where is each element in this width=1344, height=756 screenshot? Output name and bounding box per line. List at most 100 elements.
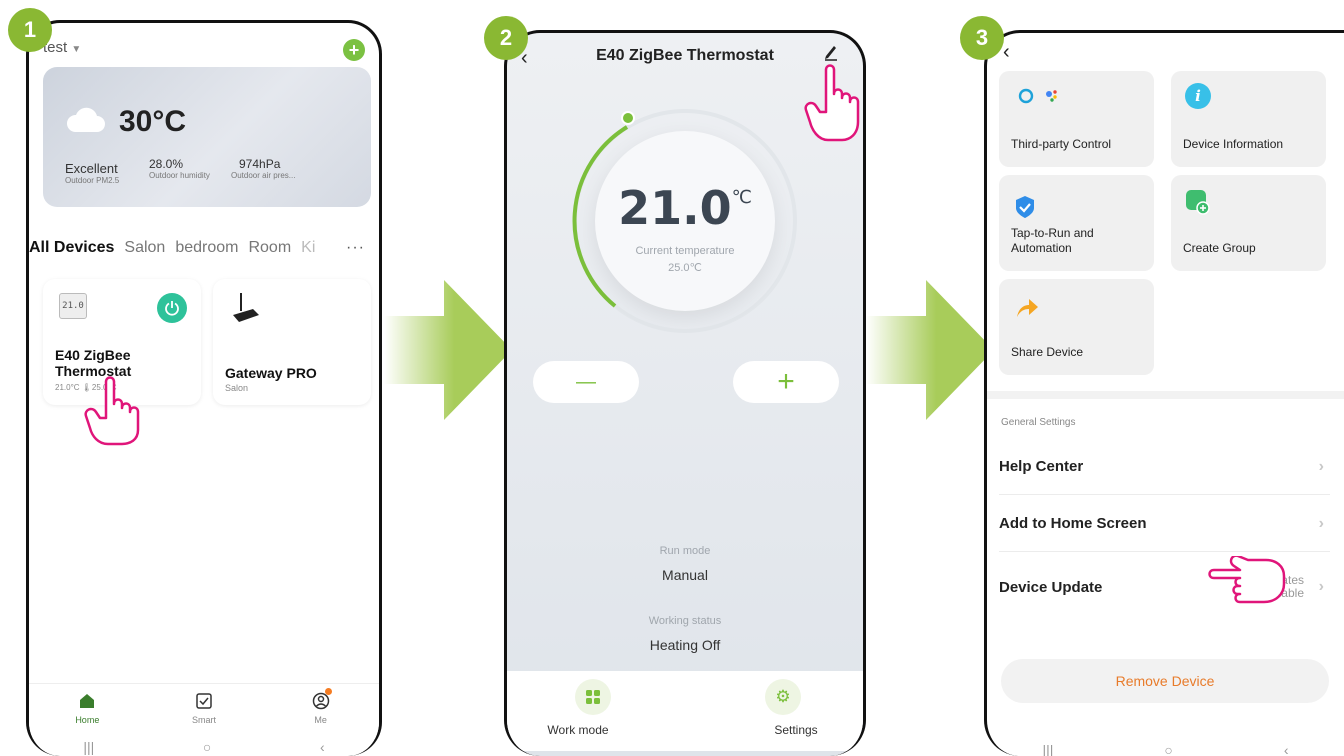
row-label: Help Center [999, 458, 1084, 475]
home-circle-icon[interactable]: ○ [1164, 742, 1172, 756]
dial-handle[interactable] [621, 111, 635, 125]
tile-label: Tap-to-Run and Automation [1011, 226, 1094, 255]
humidity: 28.0% Outdoor humidity [149, 157, 210, 180]
recent-apps-icon[interactable]: ||| [83, 739, 94, 755]
cloud-icon [65, 107, 105, 138]
settings-button[interactable]: ⚙ Settings [743, 679, 823, 737]
air-quality-value: Excellent [65, 161, 118, 176]
weather-temp: 30°C [119, 105, 187, 138]
pressure-value: 974hPa [239, 157, 281, 171]
tile-share-device[interactable]: Share Device [999, 279, 1154, 375]
nav-home-label: Home [75, 715, 100, 725]
nav-home[interactable]: Home [57, 684, 117, 739]
working-status-value: Heating Off [649, 637, 721, 653]
pointing-hand-icon [1208, 554, 1288, 617]
humidity-label: Outdoor humidity [149, 171, 210, 180]
temperature-dial[interactable]: 21.0℃ Current temperature 25.0℃ [567, 103, 803, 339]
power-icon [165, 301, 179, 316]
nav-me-label: Me [314, 715, 327, 725]
humidity-value: 28.0% [149, 157, 184, 171]
pressure: 974hPa Outdoor air pres... [231, 157, 295, 180]
tile-label: Third-party Control [1011, 136, 1112, 151]
create-group-icon [1185, 189, 1211, 220]
row-label: Add to Home Screen [999, 515, 1147, 532]
pointing-hand-icon [804, 64, 864, 147]
work-mode-label: Work mode [547, 723, 609, 737]
pointing-hand-icon [84, 376, 144, 451]
run-mode-value: Manual [662, 567, 708, 583]
tile-device-information[interactable]: i Device Information [1171, 71, 1326, 167]
remove-device-button[interactable]: Remove Device [1001, 659, 1329, 703]
gateway-thumbnail-icon [231, 291, 261, 330]
recent-apps-icon[interactable]: ||| [1042, 742, 1053, 756]
tab-salon[interactable]: Salon [124, 239, 165, 256]
home-selector[interactable]: test ▼ [43, 39, 81, 56]
step-badge-3: 3 [960, 16, 1004, 60]
power-button[interactable] [157, 293, 187, 323]
setpoint-temperature: 21.0℃ [567, 181, 803, 235]
gear-icon: ⚙ [765, 679, 801, 715]
chevron-right-icon: › [1318, 457, 1324, 475]
more-tabs-button[interactable]: ··· [346, 239, 365, 257]
air-quality-label: Outdoor PM2.5 [65, 176, 120, 185]
tile-third-party-control[interactable]: Third-party Control [999, 71, 1154, 167]
chevron-right-icon: › [1318, 514, 1324, 532]
step-badge-2: 2 [484, 16, 528, 60]
current-temp-value: 25.0℃ [668, 262, 702, 274]
air-quality: Excellent Outdoor PM2.5 [65, 161, 119, 185]
add-to-home-screen-row[interactable]: Add to Home Screen › [999, 496, 1330, 552]
back-icon[interactable]: ‹ [1284, 742, 1289, 756]
help-center-row[interactable]: Help Center › [999, 439, 1330, 495]
back-icon[interactable]: ‹ [320, 739, 325, 755]
system-nav-bar: ||| ○ ‹ [29, 738, 379, 756]
run-mode-label: Run mode [659, 545, 711, 557]
tab-all-devices[interactable]: All Devices [29, 239, 114, 256]
arrow-right-2 [866, 280, 994, 420]
tile-tap-to-run[interactable]: Tap-to-Run and Automation [999, 175, 1154, 271]
tab-kitchen[interactable]: Ki [301, 239, 315, 256]
home-circle-icon[interactable]: ○ [203, 739, 211, 755]
add-device-button[interactable]: + [343, 39, 365, 61]
settings-label: Settings [774, 723, 818, 737]
work-mode-button[interactable]: Work mode [547, 679, 633, 737]
tile-label: Share Device [1011, 344, 1084, 359]
nav-smart[interactable]: Smart [174, 684, 234, 739]
alexa-google-icon [1017, 87, 1077, 110]
nav-me[interactable]: Me [291, 684, 351, 739]
device-title: E40 ZigBee Thermostat [596, 47, 774, 64]
device-room-gateway: Salon [225, 383, 249, 393]
automation-check-icon [1013, 195, 1037, 224]
weather-card[interactable]: 30°C Excellent Outdoor PM2.5 28.0% Outdo… [43, 67, 371, 207]
smart-checkbox-icon [196, 693, 212, 709]
step-badge-1: 1 [8, 8, 52, 52]
back-arrow-icon[interactable]: ‹ [1003, 41, 1010, 64]
row-label: Device Update [999, 578, 1103, 596]
current-temp-label: Current temperature [635, 245, 735, 257]
working-status-label: Working status [648, 615, 722, 627]
tile-create-group[interactable]: Create Group [1171, 175, 1326, 271]
device-name-gateway: Gateway PRO [225, 365, 317, 381]
tile-label: Device Information [1183, 136, 1284, 151]
setpoint-decimal: .0 [682, 181, 732, 235]
tab-bedroom[interactable]: bedroom [175, 239, 238, 256]
grid-icon [575, 679, 611, 715]
tile-label: Create Group [1183, 240, 1256, 255]
phone-screen-home: test ▼ + 30°C Excellent Outdoor PM2.5 28… [26, 20, 382, 756]
edit-pencil-icon[interactable] [823, 43, 839, 66]
chevron-down-icon: ▼ [71, 44, 82, 55]
phone-screen-device-settings: ‹ Third-party Control i Device Informati… [984, 30, 1344, 756]
section-divider [987, 391, 1344, 399]
increase-temp-button[interactable]: + [733, 361, 839, 403]
room-tabs: All Devices Salon bedroom Room Ki [29, 239, 369, 257]
arrow-right-1 [384, 280, 512, 420]
device-card-gateway[interactable]: Gateway PRO Salon [213, 279, 371, 405]
pressure-label: Outdoor air pres... [231, 171, 296, 180]
setpoint-integer: 21 [618, 181, 683, 235]
device-name-thermostat: E40 ZigBee Thermostat [55, 347, 132, 380]
bottom-tab-bar: Home Smart Me [29, 683, 379, 739]
info-icon: i [1185, 83, 1211, 109]
notification-dot [324, 688, 332, 695]
home-icon [80, 694, 95, 708]
tab-room[interactable]: Room [248, 239, 291, 256]
decrease-temp-button[interactable]: — [533, 361, 639, 403]
